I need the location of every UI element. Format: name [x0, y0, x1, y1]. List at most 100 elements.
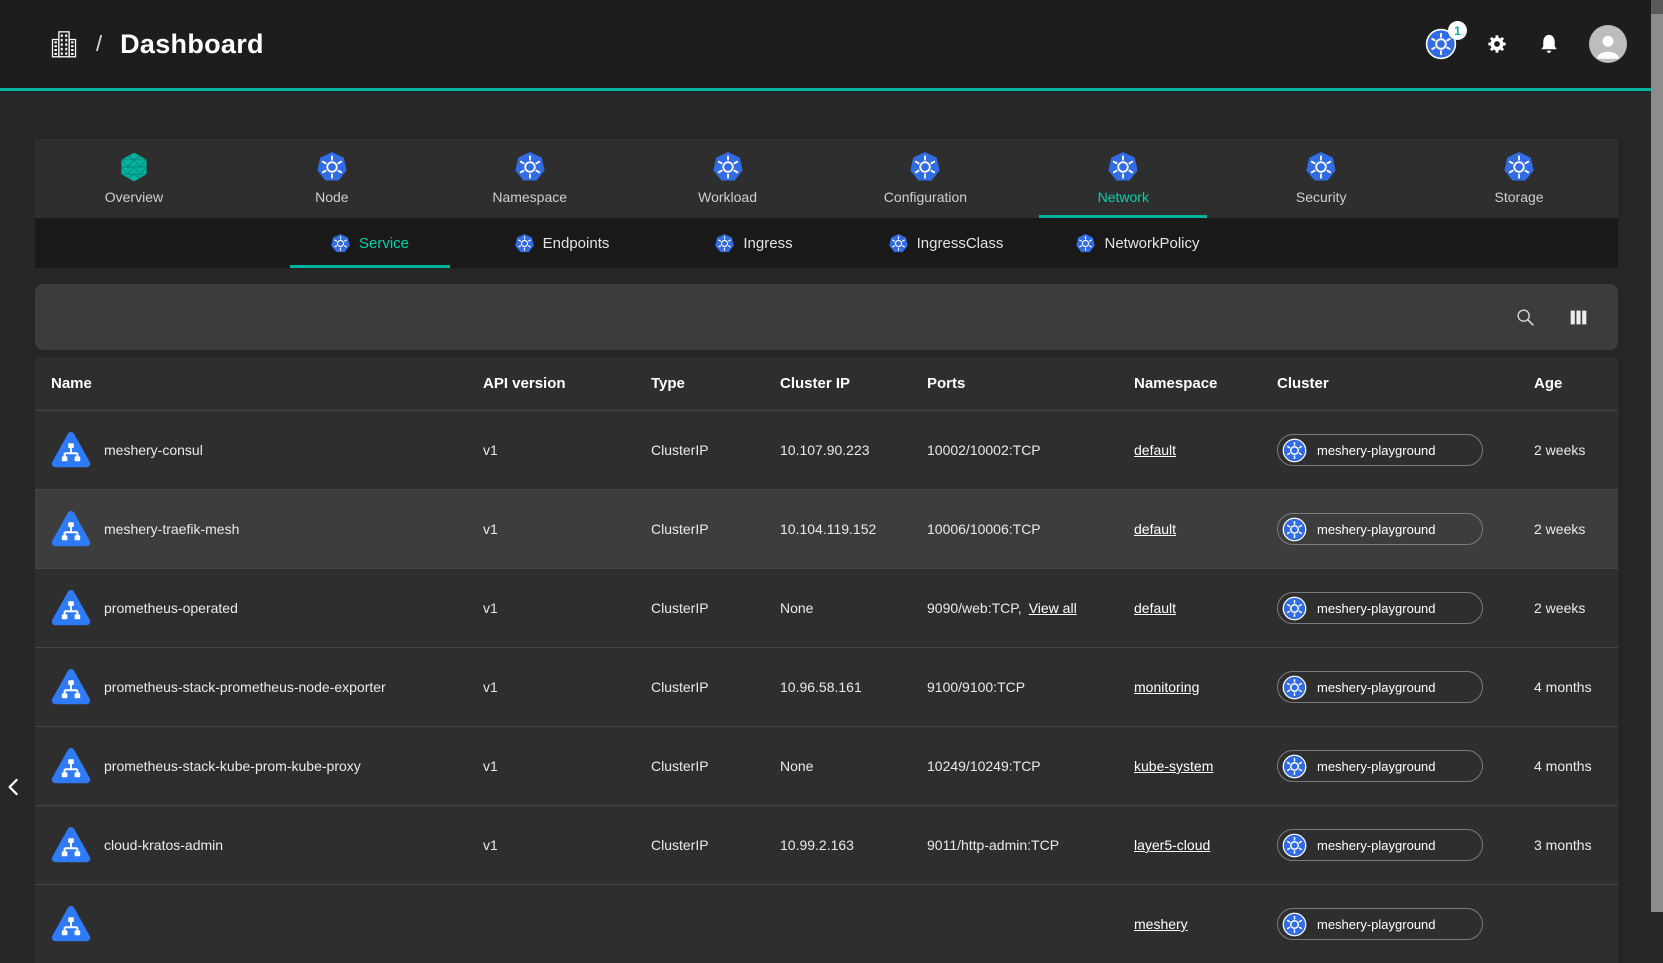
- service-icon: [51, 667, 91, 707]
- namespace-link[interactable]: meshery: [1134, 916, 1188, 932]
- subtab-networkpolicy[interactable]: NetworkPolicy: [1042, 218, 1234, 268]
- cell-type: ClusterIP: [635, 837, 764, 853]
- service-icon: [51, 825, 91, 865]
- tab-configuration[interactable]: Configuration: [827, 139, 1025, 218]
- cell-age: 3 months: [1518, 837, 1618, 853]
- kubernetes-icon: [1282, 675, 1307, 700]
- services-table: Name API version Type Cluster IP Ports N…: [35, 357, 1618, 963]
- accent-divider: [0, 88, 1663, 91]
- column-header-name[interactable]: Name: [35, 375, 467, 392]
- column-header-age[interactable]: Age: [1518, 375, 1618, 392]
- cell-name: meshery-consul: [35, 430, 467, 470]
- column-header-cluster[interactable]: Cluster: [1261, 375, 1518, 392]
- org-logo-building-icon[interactable]: [48, 28, 80, 60]
- cluster-chip[interactable]: meshery-playground: [1277, 671, 1483, 703]
- service-name: cloud-kratos-admin: [104, 837, 223, 853]
- cluster-chip[interactable]: meshery-playground: [1277, 908, 1483, 940]
- notifications-bell-icon[interactable]: [1537, 32, 1561, 56]
- tab-workload[interactable]: Workload: [629, 139, 827, 218]
- cell-cluster: meshery-playground: [1261, 592, 1518, 624]
- cell-cluster: meshery-playground: [1261, 908, 1518, 940]
- namespace-link[interactable]: kube-system: [1134, 758, 1213, 774]
- namespace-link[interactable]: default: [1134, 521, 1176, 537]
- cell-name: meshery-traefik-mesh: [35, 509, 467, 549]
- cell-ports: 9011/http-admin:TCP: [911, 837, 1118, 853]
- service-name: prometheus-stack-kube-prom-kube-proxy: [104, 758, 361, 774]
- cluster-chip[interactable]: meshery-playground: [1277, 750, 1483, 782]
- user-avatar[interactable]: [1589, 25, 1627, 63]
- service-name: prometheus-operated: [104, 600, 238, 616]
- cluster-chip[interactable]: meshery-playground: [1277, 592, 1483, 624]
- kubernetes-icon: [1282, 833, 1307, 858]
- tab-namespace[interactable]: Namespace: [431, 139, 629, 218]
- cell-cluster: meshery-playground: [1261, 829, 1518, 861]
- cell-ports: 9090/web:TCP, View all: [911, 600, 1118, 616]
- column-header-cluster-ip[interactable]: Cluster IP: [764, 375, 911, 392]
- breadcrumb-separator: /: [96, 31, 102, 57]
- kubernetes-icon: [1282, 438, 1307, 463]
- namespace-link[interactable]: layer5-cloud: [1134, 837, 1210, 853]
- column-header-api-version[interactable]: API version: [467, 375, 635, 392]
- table-row[interactable]: prometheus-stack-prometheus-node-exporte…: [35, 647, 1618, 726]
- kubernetes-icon: [910, 152, 940, 182]
- meshery-icon: [119, 152, 149, 182]
- subtab-ingress[interactable]: Ingress: [658, 218, 850, 268]
- kubernetes-icon: [1306, 152, 1336, 182]
- kubernetes-icon: [317, 152, 347, 182]
- subtab-endpoints[interactable]: Endpoints: [466, 218, 658, 268]
- table-row[interactable]: meshery meshery-playground: [35, 884, 1618, 963]
- table-row[interactable]: prometheus-operated v1 ClusterIP None 90…: [35, 568, 1618, 647]
- app-header: / Dashboard 1: [0, 0, 1663, 88]
- chevron-left-icon: [3, 772, 25, 802]
- tab-network[interactable]: Network: [1024, 139, 1222, 218]
- tab-node[interactable]: Node: [233, 139, 431, 218]
- namespace-link[interactable]: default: [1134, 600, 1176, 616]
- table-row[interactable]: meshery-traefik-mesh v1 ClusterIP 10.104…: [35, 489, 1618, 568]
- table-row[interactable]: meshery-consul v1 ClusterIP 10.107.90.22…: [35, 410, 1618, 489]
- cluster-chip[interactable]: meshery-playground: [1277, 829, 1483, 861]
- search-icon[interactable]: [1514, 306, 1537, 329]
- kubernetes-icon: [1282, 596, 1307, 621]
- cell-namespace: layer5-cloud: [1118, 837, 1261, 853]
- column-header-type[interactable]: Type: [635, 375, 764, 392]
- drawer-collapse-button[interactable]: [3, 770, 27, 804]
- cell-api-version: v1: [467, 837, 635, 853]
- cell-cluster-ip: None: [764, 758, 911, 774]
- view-columns-icon[interactable]: [1567, 306, 1590, 329]
- scrollbar[interactable]: [1651, 0, 1663, 912]
- table-row[interactable]: cloud-kratos-admin v1 ClusterIP 10.99.2.…: [35, 805, 1618, 884]
- cell-api-version: v1: [467, 679, 635, 695]
- kubernetes-icon: [331, 234, 350, 253]
- tab-security[interactable]: Security: [1222, 139, 1420, 218]
- kubernetes-icon: [1282, 912, 1307, 937]
- namespace-link[interactable]: default: [1134, 442, 1176, 458]
- cell-type: ClusterIP: [635, 600, 764, 616]
- namespace-link[interactable]: monitoring: [1134, 679, 1199, 695]
- cell-type: ClusterIP: [635, 442, 764, 458]
- cell-ports: 9100/9100:TCP: [911, 679, 1118, 695]
- page-title: Dashboard: [120, 29, 264, 60]
- tab-storage[interactable]: Storage: [1420, 139, 1618, 218]
- cell-type: ClusterIP: [635, 758, 764, 774]
- cell-cluster-ip: 10.99.2.163: [764, 837, 911, 853]
- tab-overview[interactable]: Overview: [35, 139, 233, 218]
- cell-age: 2 weeks: [1518, 600, 1618, 616]
- cell-name: prometheus-stack-prometheus-node-exporte…: [35, 667, 467, 707]
- cell-name: [35, 904, 467, 944]
- cluster-chip[interactable]: meshery-playground: [1277, 513, 1483, 545]
- table-row[interactable]: prometheus-stack-kube-prom-kube-proxy v1…: [35, 726, 1618, 805]
- column-header-ports[interactable]: Ports: [911, 375, 1118, 392]
- cell-namespace: default: [1118, 442, 1261, 458]
- table-toolbar: [35, 284, 1618, 350]
- subtab-ingressclass[interactable]: IngressClass: [850, 218, 1042, 268]
- subtab-service[interactable]: Service: [274, 218, 466, 268]
- kubernetes-icon: [1504, 152, 1534, 182]
- cluster-chip[interactable]: meshery-playground: [1277, 434, 1483, 466]
- cell-age: 4 months: [1518, 679, 1618, 695]
- settings-gear-icon[interactable]: [1485, 32, 1509, 56]
- column-header-namespace[interactable]: Namespace: [1118, 375, 1261, 392]
- cell-cluster: meshery-playground: [1261, 513, 1518, 545]
- view-all-link[interactable]: View all: [1029, 600, 1077, 616]
- kubernetes-context-button[interactable]: 1: [1425, 28, 1457, 60]
- table-body: meshery-consul v1 ClusterIP 10.107.90.22…: [35, 410, 1618, 963]
